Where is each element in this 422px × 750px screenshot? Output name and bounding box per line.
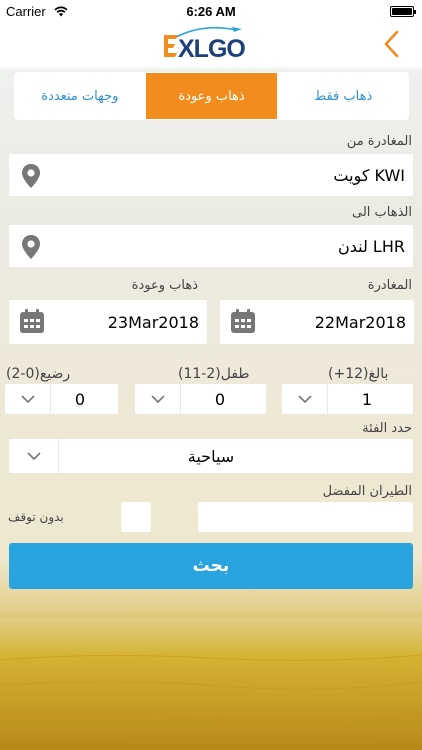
tab-multi-city[interactable]: وجهات متعددة [14, 72, 146, 120]
child-label: طفل(2-11) [178, 366, 250, 382]
from-field[interactable]: كويت KWI [9, 154, 413, 196]
tab-one-way[interactable]: ذهاب فقط [277, 72, 409, 120]
return-date-value: 23Mar2018 [107, 312, 199, 332]
logo-text: XLGO [178, 35, 246, 63]
from-value: كويت KWI [333, 165, 405, 185]
nav-bar: XLGO [0, 22, 422, 66]
chevron-down-icon [135, 384, 181, 414]
clock: 6:26 AM [186, 4, 236, 19]
battery-icon [390, 6, 416, 17]
departure-date-label: المغادرة [367, 278, 412, 293]
infant-label: رضيع(0-2) [6, 366, 71, 382]
return-date-field[interactable]: 23Mar2018 [9, 300, 207, 344]
adult-value: 1 [361, 389, 373, 409]
logo-e-mark [164, 35, 178, 57]
preferred-airline-label: الطيران المفضل [322, 484, 412, 499]
search-button[interactable]: بحث [9, 543, 413, 589]
infant-stepper[interactable]: 0 [5, 384, 118, 414]
trip-type-tabs: وجهات متعددة ذهاب وعودة ذهاب فقط [14, 72, 409, 120]
from-label: المغادرة من [346, 134, 412, 149]
status-bar: Carrier 6:26 AM [0, 0, 422, 22]
departure-date-value: 22Mar2018 [314, 312, 406, 332]
adult-stepper[interactable]: 1 [282, 384, 413, 414]
cabin-class-label: حدد الفئة [362, 421, 412, 436]
cabin-class-select[interactable]: سياحية [9, 439, 413, 473]
chevron-down-icon [282, 384, 328, 414]
back-button[interactable] [378, 28, 406, 60]
wheat-field-image [0, 618, 422, 750]
to-field[interactable]: لندن LHR [9, 225, 413, 267]
infant-value: 0 [74, 389, 86, 409]
location-pin-icon [22, 164, 40, 188]
calendar-icon [20, 309, 44, 333]
departure-date-field[interactable]: 22Mar2018 [220, 300, 414, 344]
child-value: 0 [214, 389, 226, 409]
location-pin-icon [22, 235, 40, 259]
nonstop-checkbox[interactable] [121, 502, 151, 532]
to-value: لندن LHR [337, 236, 405, 256]
child-stepper[interactable]: 0 [135, 384, 266, 414]
to-label: الذهاب الى [352, 205, 412, 220]
chevron-left-icon [384, 30, 399, 58]
app-logo: XLGO [160, 25, 270, 63]
chevron-down-icon [5, 384, 51, 414]
cabin-class-value: سياحية [187, 446, 235, 466]
calendar-icon [231, 309, 255, 333]
nonstop-label: بدون توقف [8, 510, 64, 524]
tab-round-trip[interactable]: ذهاب وعودة [145, 73, 278, 119]
return-date-label: ذهاب وعودة [131, 278, 198, 293]
adult-label: بالغ(12+) [328, 366, 389, 382]
preferred-airline-input[interactable] [198, 502, 413, 532]
